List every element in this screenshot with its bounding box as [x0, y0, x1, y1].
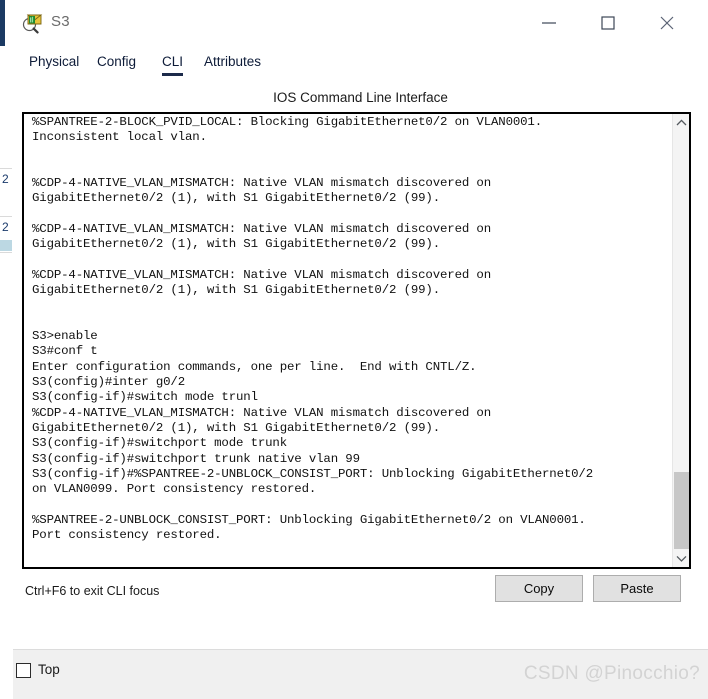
- maximize-icon: [601, 16, 615, 30]
- scrollbar-thumb[interactable]: [674, 471, 689, 549]
- packet-tracer-device-icon: [21, 11, 45, 35]
- footer-divider: [13, 649, 708, 650]
- tab-config[interactable]: Config: [97, 46, 136, 82]
- top-checkbox-label: Top: [38, 662, 60, 677]
- background-divider: [0, 168, 12, 169]
- chevron-up-icon: [676, 119, 687, 126]
- background-peek-digit: 2: [2, 220, 9, 234]
- device-window: S3 Physical Config CLI Attributes IOS Co…: [13, 0, 708, 699]
- close-icon: [660, 16, 674, 30]
- background-divider: [0, 252, 12, 253]
- copy-button[interactable]: Copy: [495, 575, 583, 602]
- title-bar: S3: [13, 0, 708, 47]
- cli-panel: IOS Command Line Interface %SPANTREE-2-B…: [13, 82, 708, 649]
- terminal-output: %SPANTREE-2-BLOCK_PVID_LOCAL: Blocking G…: [32, 115, 593, 543]
- watermark: CSDN @Pinocchio?: [523, 663, 700, 684]
- window-title: S3: [51, 13, 70, 30]
- background-peek-digit: 2: [2, 172, 9, 186]
- background-window-titlebar-accent: [0, 0, 5, 46]
- top-checkbox[interactable]: [16, 663, 31, 678]
- scroll-down-button[interactable]: [673, 550, 689, 567]
- minimize-button[interactable]: [526, 0, 572, 46]
- window-footer: Top CSDN @Pinocchio?: [13, 649, 708, 699]
- tab-physical[interactable]: Physical: [29, 46, 79, 82]
- background-selected-row: [0, 240, 12, 251]
- tab-attributes[interactable]: Attributes: [204, 46, 261, 82]
- terminal-scrollbar[interactable]: [672, 114, 689, 567]
- panel-title: IOS Command Line Interface: [273, 90, 448, 105]
- background-divider: [0, 216, 12, 217]
- minimize-icon: [542, 22, 556, 24]
- maximize-button[interactable]: [585, 0, 631, 46]
- background-window-edge: 2 2: [0, 0, 14, 699]
- scroll-up-button[interactable]: [673, 114, 689, 131]
- tab-bar: Physical Config CLI Attributes: [13, 46, 708, 82]
- tab-cli[interactable]: CLI: [162, 46, 184, 82]
- paste-button[interactable]: Paste: [593, 575, 681, 602]
- close-button[interactable]: [644, 0, 690, 46]
- terminal-area[interactable]: %SPANTREE-2-BLOCK_PVID_LOCAL: Blocking G…: [22, 112, 691, 569]
- cli-focus-hint: Ctrl+F6 to exit CLI focus: [25, 584, 160, 598]
- chevron-down-icon: [676, 555, 687, 562]
